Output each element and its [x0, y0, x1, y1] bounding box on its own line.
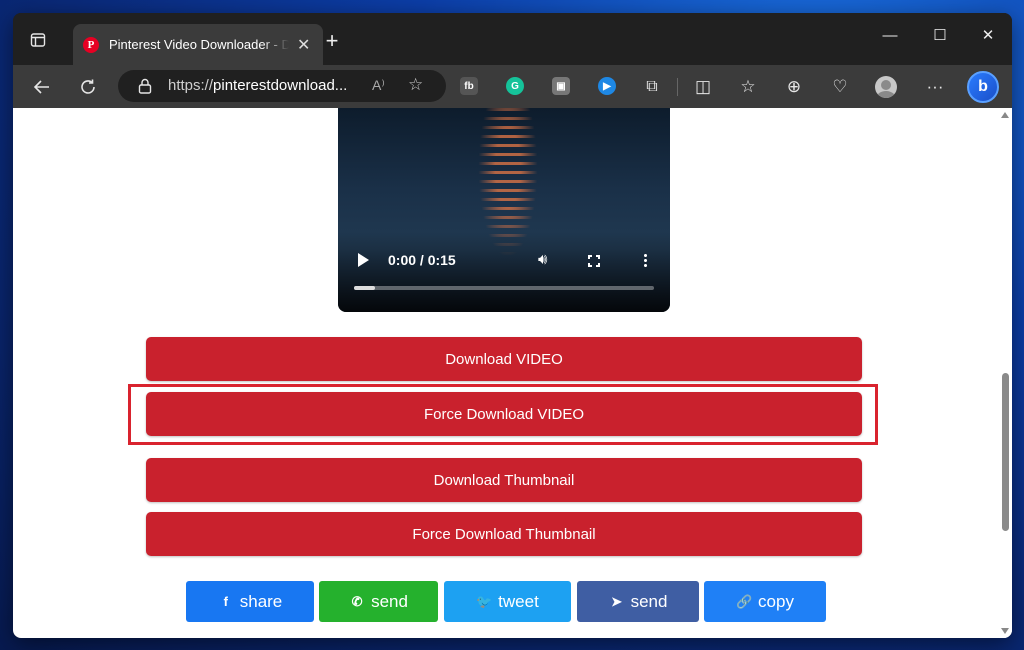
share-button-copy-4[interactable]: 🔗 copy	[704, 581, 826, 622]
link-icon: 🔗	[735, 593, 753, 609]
favorite-star-icon[interactable]: ☆	[408, 75, 423, 95]
share-button-share-0[interactable]: f share	[186, 581, 314, 622]
favorites-icon[interactable]: ☆	[733, 72, 763, 102]
whatsapp-icon: ✆	[351, 593, 363, 609]
page-content: 0:00 / 0:15 🔊︎ Download VIDEO Force Down…	[13, 108, 1012, 638]
share-button-label: share	[239, 591, 283, 611]
share-button-label: tweet	[498, 591, 539, 611]
share-button-label: send	[630, 591, 668, 611]
scroll-down-arrow-icon[interactable]	[1001, 628, 1009, 634]
telegram-icon: ➤	[611, 593, 623, 609]
close-window-button[interactable]: ✕	[973, 23, 1003, 47]
share-button-tweet-2[interactable]: 🐦 tweet	[444, 581, 571, 622]
highlight-box	[128, 384, 878, 445]
scroll-up-arrow-icon[interactable]	[1001, 112, 1009, 118]
more-options-icon[interactable]: ···	[920, 72, 950, 102]
tab-pinterest-downloader[interactable]: P Pinterest Video Downloader - Do ✕	[73, 24, 323, 65]
video-player[interactable]: 0:00 / 0:15 🔊︎	[338, 108, 670, 312]
extensions-puzzle-icon[interactable]: ⧉	[637, 72, 667, 102]
share-button-label: send	[371, 591, 408, 611]
tab-title: Pinterest Video Downloader - Do	[109, 37, 289, 52]
play-icon[interactable]	[358, 253, 369, 267]
browser-window: P Pinterest Video Downloader - Do ✕ + — …	[13, 13, 1012, 638]
split-screen-icon[interactable]: ◫	[688, 72, 718, 102]
browser-toolbar: https://pinterestdownload... A⁾ ☆ fb G ▣…	[13, 65, 1012, 108]
browser-essentials-icon[interactable]: ♡	[825, 72, 855, 102]
twitter-icon: 🐦	[476, 593, 493, 609]
download-video-button[interactable]: Download VIDEO	[146, 337, 862, 381]
read-aloud-icon[interactable]: A⁾	[372, 77, 385, 94]
tab-actions-button[interactable]	[25, 27, 51, 53]
url-text: https://pinterestdownload...	[168, 77, 347, 94]
fullscreen-icon[interactable]	[587, 254, 601, 268]
extension-fb-icon[interactable]: fb	[460, 77, 478, 95]
grammarly-icon[interactable]: G	[506, 77, 524, 95]
new-tab-button[interactable]: +	[319, 28, 345, 54]
force-download-thumbnail-button[interactable]: Force Download Thumbnail	[146, 512, 862, 556]
share-button-send-1[interactable]: ✆ send	[319, 581, 438, 622]
tab-strip: P Pinterest Video Downloader - Do ✕ + — …	[13, 13, 1012, 65]
share-button-send-3[interactable]: ➤ send	[577, 581, 699, 622]
url-host: pinterestdownload...	[213, 77, 348, 94]
video-progress-fill	[354, 286, 375, 290]
extension-play-icon[interactable]: ▶	[598, 77, 616, 95]
vertical-scrollbar[interactable]	[998, 108, 1012, 638]
bing-copilot-icon[interactable]: b	[967, 71, 999, 103]
maximize-button[interactable]: ☐	[925, 23, 955, 47]
video-controls-shade	[338, 232, 670, 312]
tab-actions-icon	[30, 33, 46, 47]
video-progress-bar[interactable]	[354, 286, 654, 290]
scrollbar-thumb[interactable]	[1002, 373, 1009, 531]
pinterest-favicon-icon: P	[83, 36, 99, 53]
facebook-icon: f	[223, 594, 228, 609]
refresh-icon	[81, 79, 95, 94]
back-arrow-icon	[33, 80, 49, 94]
collections-icon[interactable]: ⊕	[779, 72, 809, 102]
address-bar[interactable]: https://pinterestdownload... A⁾ ☆	[118, 70, 446, 102]
extension-copy-icon[interactable]: ▣	[552, 77, 570, 95]
download-thumbnail-button[interactable]: Download Thumbnail	[146, 458, 862, 502]
video-time: 0:00 / 0:15	[388, 252, 456, 268]
close-tab-icon[interactable]: ✕	[297, 35, 310, 55]
video-more-icon[interactable]	[644, 253, 647, 267]
profile-avatar[interactable]	[875, 76, 897, 98]
volume-icon[interactable]: 🔊︎	[538, 251, 547, 268]
toolbar-separator	[677, 78, 678, 96]
minimize-button[interactable]: —	[875, 23, 905, 47]
refresh-button[interactable]	[73, 72, 103, 102]
lock-icon[interactable]	[138, 78, 152, 94]
back-button[interactable]	[27, 72, 57, 102]
url-scheme: https://	[168, 77, 214, 94]
share-button-label: copy	[758, 591, 794, 611]
